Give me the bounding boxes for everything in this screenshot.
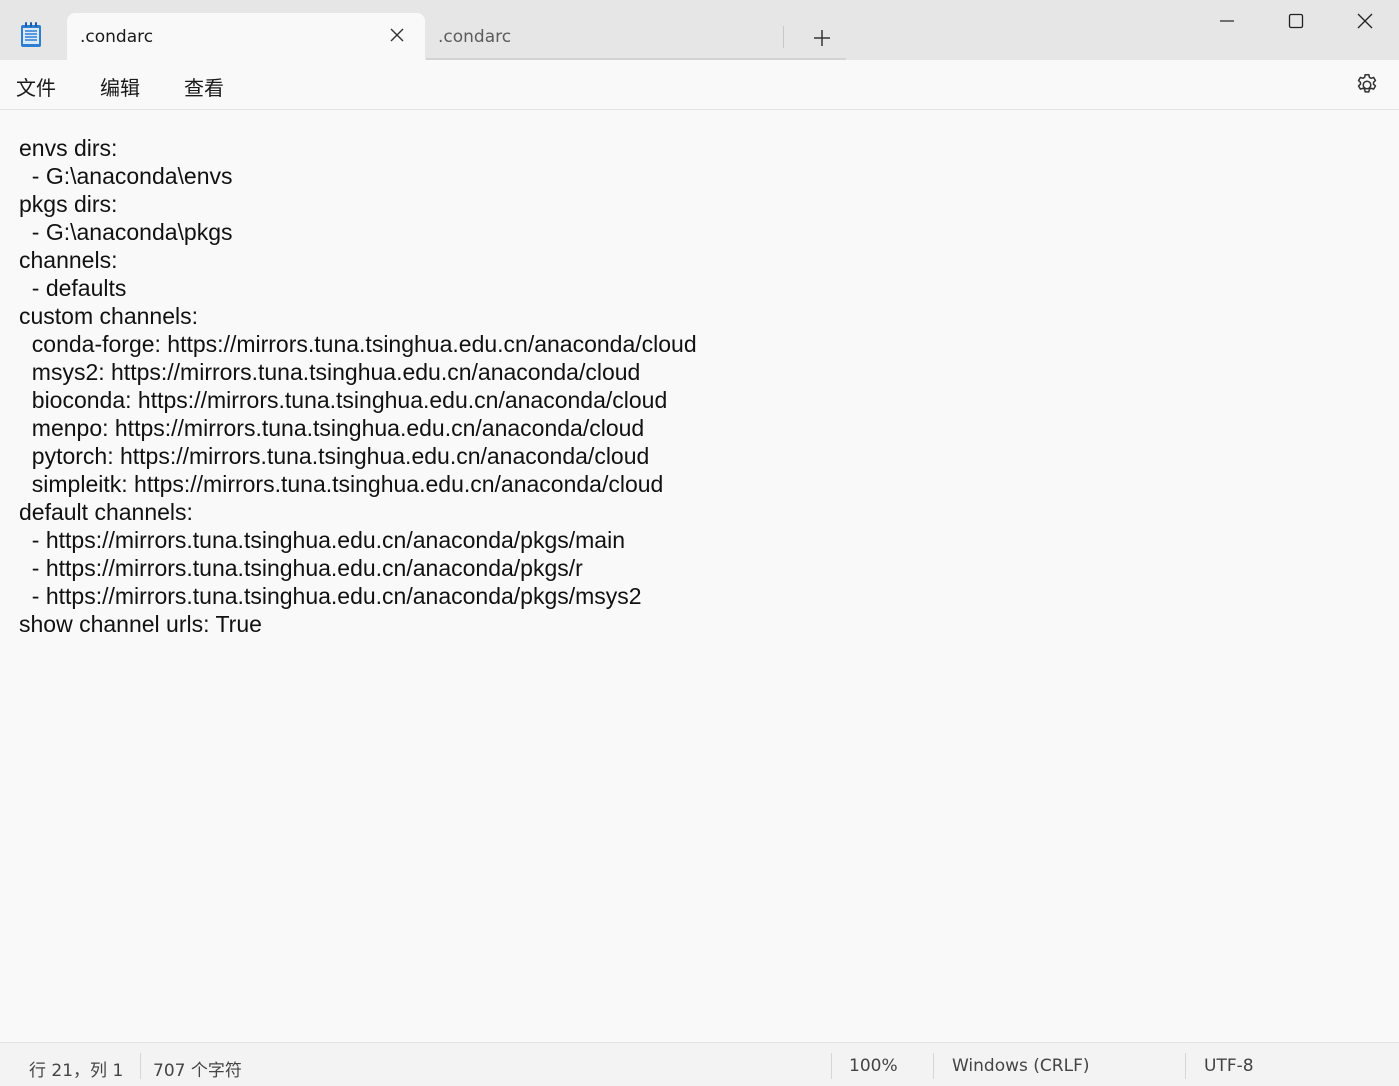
tab-label: .condarc xyxy=(438,27,512,47)
title-bar: .condarc .condarc xyxy=(0,0,1399,60)
menu-file[interactable]: 文件 xyxy=(16,72,56,101)
notepad-icon xyxy=(19,21,43,49)
text-editor[interactable]: envs dirs: - G:\anaconda\envs pkgs dirs:… xyxy=(0,110,1399,1042)
menu-edit[interactable]: 编辑 xyxy=(100,72,140,101)
status-divider xyxy=(1185,1053,1186,1079)
plus-icon[interactable] xyxy=(805,22,839,54)
tab-divider xyxy=(783,26,784,48)
status-divider xyxy=(933,1053,934,1079)
menu-view[interactable]: 查看 xyxy=(184,72,224,101)
editor-content[interactable]: envs dirs: - G:\anaconda\envs pkgs dirs:… xyxy=(19,134,697,638)
close-icon[interactable] xyxy=(387,25,407,45)
encoding[interactable]: UTF-8 xyxy=(1204,1056,1254,1076)
tab-condarc-inactive[interactable]: .condarc xyxy=(426,13,786,60)
cursor-position: 行 21，列 1 xyxy=(29,1061,124,1081)
tab-condarc-active[interactable]: .condarc xyxy=(67,13,425,60)
maximize-button[interactable] xyxy=(1261,0,1331,42)
notepad-window: .condarc .condarc 文件 编辑 查看 envs dirs: - … xyxy=(0,0,1399,1086)
gear-icon[interactable] xyxy=(1354,72,1380,98)
line-ending[interactable]: Windows (CRLF) xyxy=(952,1056,1090,1076)
zoom-level[interactable]: 100% xyxy=(849,1056,898,1076)
status-bar: 行 21，列 1 707 个字符 100% Windows (CRLF) UTF… xyxy=(0,1042,1399,1086)
minimize-icon xyxy=(1220,20,1234,22)
close-window-button[interactable] xyxy=(1330,0,1399,42)
status-divider xyxy=(831,1053,832,1079)
menu-bar: 文件 编辑 查看 xyxy=(0,60,1399,110)
status-divider xyxy=(140,1053,141,1079)
tab-label: .condarc xyxy=(80,27,154,47)
close-icon xyxy=(1357,13,1373,29)
character-count: 707 个字符 xyxy=(153,1061,242,1081)
minimize-button[interactable] xyxy=(1192,0,1262,42)
maximize-icon xyxy=(1288,13,1304,29)
